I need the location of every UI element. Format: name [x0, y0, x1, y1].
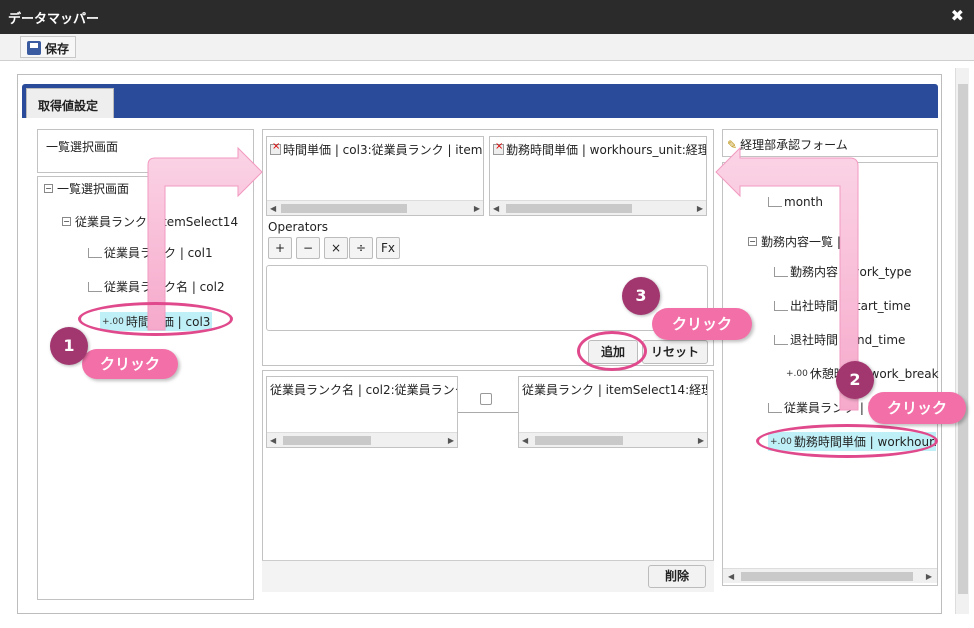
- highlight-ring-col3: [78, 302, 233, 336]
- highlight-ring-workhours: [756, 424, 938, 458]
- callout-click-3: クリック: [652, 308, 752, 340]
- step-badge-2: 2: [836, 361, 874, 399]
- arrow-right-to-target: [715, 146, 859, 411]
- step-badge-1: 1: [50, 327, 88, 365]
- step-badge-3: 3: [622, 277, 660, 315]
- callout-click-1: クリック: [82, 349, 178, 379]
- data-mapper-dialog: データマッパー ✖ 保存 取得値設定 一覧選択画面 − 一覧選択画面 − 従業員ラン…: [0, 0, 974, 628]
- highlight-ring-add: [577, 331, 647, 371]
- callout-click-2: クリック: [868, 392, 966, 424]
